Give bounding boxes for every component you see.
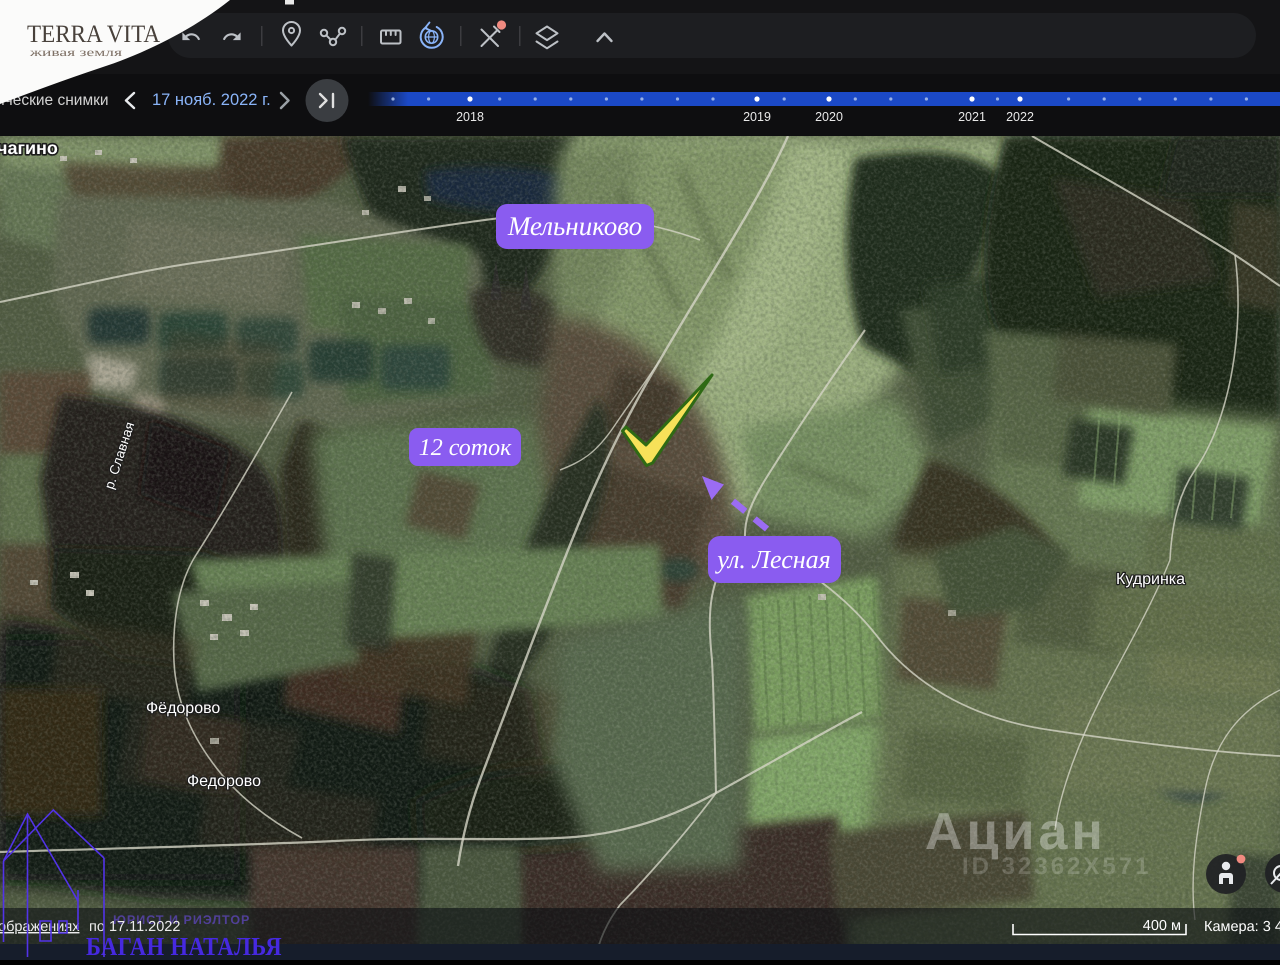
svg-text:ID 32362X571: ID 32362X571 [962, 853, 1151, 880]
svg-text:Федорово: Федорово [187, 773, 261, 790]
svg-text:ул. Лесная: ул. Лесная [714, 545, 831, 574]
svg-text:Кудринка: Кудринка [1116, 571, 1185, 588]
svg-text:12 соток: 12 соток [419, 435, 512, 461]
svg-text:Камера: 3 47: Камера: 3 47 [1204, 919, 1280, 935]
svg-text:живая земля: живая земля [28, 47, 123, 59]
svg-text:чагино: чагино [0, 138, 58, 158]
svg-text:400 м: 400 м [1143, 918, 1181, 934]
svg-text:БАГАН НАТАЛЬЯ: БАГАН НАТАЛЬЯ [86, 932, 282, 960]
svg-text:Мельниково: Мельниково [507, 211, 642, 241]
svg-text:TERRA VITA: TERRA VITA [27, 21, 160, 48]
svg-text:Фёдорово: Фёдорово [146, 700, 220, 717]
